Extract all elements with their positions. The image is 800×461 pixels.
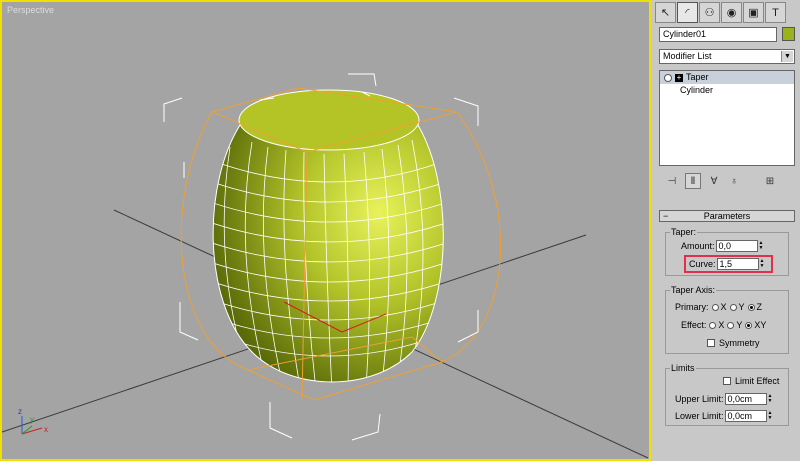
primary-row: Primary: X Y Z: [675, 302, 762, 312]
curve-highlight-box: [684, 255, 773, 273]
lower-limit-row: Lower Limit: 0,0cm ▲ ▼: [675, 410, 775, 422]
upper-limit-row: Upper Limit: 0,0cm ▲ ▼: [675, 393, 775, 405]
command-panel-tabs: ↖ ◜ ⚇ ◉ ▣ T: [655, 2, 797, 24]
lower-limit-input[interactable]: 0,0cm: [724, 410, 767, 422]
effect-row: Effect: X Y XY: [681, 320, 766, 330]
perspective-viewport[interactable]: Perspective x z y: [0, 0, 651, 461]
remove-modifier-icon[interactable]: ♁: [727, 174, 741, 188]
amount-row: Amount: 0,0 ▲ ▼: [681, 240, 766, 252]
create-icon: ↖: [660, 7, 671, 19]
viewport-scene: x z y: [2, 73, 649, 459]
collapse-icon: −: [663, 211, 669, 221]
symmetry-checkbox[interactable]: [707, 339, 715, 347]
primary-label: Primary:: [675, 302, 709, 312]
radio-label: Z: [756, 302, 763, 312]
lightbulb-icon[interactable]: [664, 73, 672, 82]
motion-tab[interactable]: ◉: [721, 2, 742, 23]
group-label: Taper Axis:: [670, 285, 717, 295]
object-name-field[interactable]: Cylinder01: [659, 27, 777, 42]
display-tab[interactable]: ▣: [743, 2, 764, 23]
upper-limit-input[interactable]: 0,0cm: [724, 393, 767, 405]
stack-item-label: Cylinder: [680, 85, 714, 95]
hierarchy-icon: ⚇: [704, 7, 715, 19]
make-unique-icon[interactable]: ∀: [707, 174, 721, 188]
limit-effect-label: Limit Effect: [735, 376, 780, 386]
svg-text:z: z: [18, 407, 22, 416]
lower-limit-spinner[interactable]: ▲ ▼: [768, 410, 775, 422]
chevron-down-icon[interactable]: ▼: [781, 51, 793, 62]
command-panel: ↖ ◜ ⚇ ◉ ▣ T Cylinder01 Modifier List ▼ +…: [651, 0, 800, 461]
effect-x-radio[interactable]: [709, 321, 717, 329]
symmetry-label: Symmetry: [719, 338, 760, 348]
amount-input[interactable]: 0,0: [715, 240, 758, 252]
show-end-result-icon[interactable]: Ⅱ: [685, 173, 701, 189]
modifier-stack[interactable]: + Taper Cylinder: [659, 70, 795, 166]
modifier-list-label: Modifier List: [663, 51, 712, 61]
amount-label: Amount:: [681, 241, 715, 251]
barrel-mesh[interactable]: [212, 121, 444, 383]
limit-effect-row: Limit Effect: [723, 376, 779, 386]
primary-x-radio[interactable]: [711, 303, 719, 311]
axis-tripod: x z y: [18, 407, 48, 435]
radio-label: Y: [736, 320, 743, 330]
modifier-list-dropdown[interactable]: Modifier List ▼: [659, 49, 795, 64]
effect-y-radio[interactable]: [727, 321, 735, 329]
symmetry-row: Symmetry: [707, 338, 760, 348]
modify-icon: ◜: [685, 7, 690, 19]
motion-icon: ◉: [726, 7, 737, 19]
amount-spinner[interactable]: ▲ ▼: [759, 240, 766, 252]
radio-label: X: [720, 302, 727, 312]
object-color-swatch[interactable]: [782, 27, 795, 41]
parameters-rollout-header[interactable]: − Parameters: [659, 210, 795, 222]
display-icon: ▣: [748, 7, 759, 19]
create-tab[interactable]: ↖: [655, 2, 676, 23]
rollout-title: Parameters: [703, 211, 751, 221]
svg-text:y: y: [30, 415, 34, 424]
limit-effect-checkbox[interactable]: [723, 377, 731, 385]
utilities-icon: T: [772, 6, 779, 19]
svg-text:x: x: [44, 425, 48, 434]
radio-label: X: [718, 320, 725, 330]
effect-xy-radio[interactable]: [745, 321, 753, 329]
utilities-tab[interactable]: T: [765, 2, 786, 23]
stack-item-cylinder[interactable]: Cylinder: [660, 84, 794, 97]
pin-stack-icon[interactable]: ⊣: [665, 174, 679, 188]
configure-sets-icon[interactable]: ⊞: [763, 174, 777, 188]
radio-label: Y: [738, 302, 745, 312]
stack-item-taper[interactable]: + Taper: [660, 71, 794, 84]
primary-y-radio[interactable]: [729, 303, 737, 311]
hierarchy-tab[interactable]: ⚇: [699, 2, 720, 23]
group-label: Limits: [670, 363, 696, 373]
upper-limit-label: Upper Limit:: [675, 394, 724, 404]
modify-tab[interactable]: ◜: [677, 2, 698, 23]
primary-z-radio[interactable]: [747, 303, 755, 311]
stack-item-label: Taper: [686, 72, 709, 82]
lower-limit-label: Lower Limit:: [675, 411, 724, 421]
group-label: Taper:: [670, 227, 698, 237]
effect-label: Effect:: [681, 320, 707, 330]
stack-toolbar: ⊣ Ⅱ ∀ ♁ ⊞: [659, 172, 795, 190]
upper-limit-spinner[interactable]: ▲ ▼: [768, 393, 775, 405]
radio-label: XY: [754, 320, 767, 330]
expand-icon[interactable]: +: [675, 73, 683, 82]
